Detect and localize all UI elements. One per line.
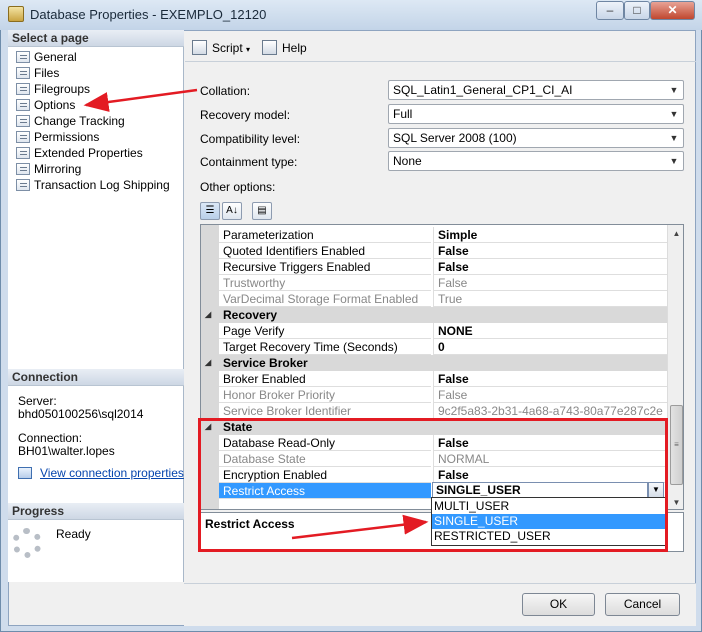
arrow-to-options (83, 88, 198, 112)
arrow-to-single-user (291, 514, 429, 540)
ok-button[interactable]: OK (522, 593, 595, 616)
annotation-arrows (83, 88, 429, 540)
cancel-button[interactable]: Cancel (605, 593, 680, 616)
